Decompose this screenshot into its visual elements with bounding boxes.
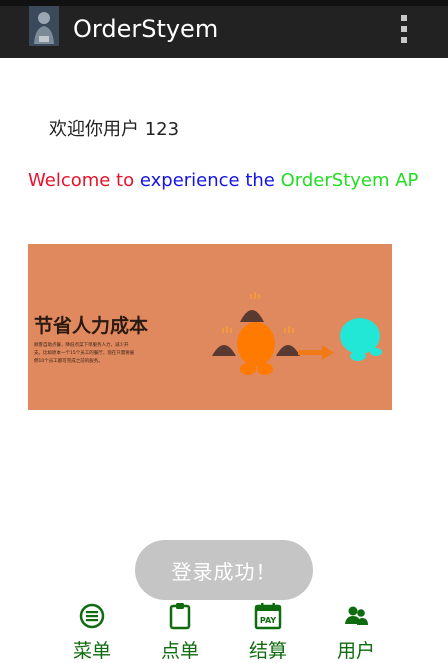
pay-label: PAY	[260, 616, 277, 625]
nav-label-menu: 菜单	[72, 640, 111, 662]
promo-banner: 节省人力成本 顾客自助点餐，降低点菜下单服务人力，减少开 支。比如原本一个15个…	[28, 244, 392, 410]
banner-headline: 节省人力成本	[34, 314, 148, 337]
nav-item-menu[interactable]: 菜单	[52, 600, 132, 662]
nav-item-order[interactable]: 点单	[140, 600, 220, 662]
nav-label-checkout: 结算	[248, 640, 287, 662]
marquee-part-1: Welcome to	[28, 170, 140, 191]
banner-body-2: 支。比如原本一个15个员工的餐厅，现在只需要雇	[34, 349, 135, 356]
app-logo-icon[interactable]	[29, 6, 59, 46]
clipboard-icon	[169, 603, 191, 630]
welcome-marquee: Welcome to experience the OrderStyem APP…	[28, 166, 420, 192]
login-success-toast: 登录成功！	[135, 540, 313, 600]
nav-label-order: 点单	[160, 640, 199, 662]
banner-body-1: 顾客自助点餐，降低点菜下单服务人力，减少开	[34, 341, 129, 348]
nav-item-checkout[interactable]: PAY 结算	[228, 600, 308, 662]
bottom-navigation: 菜单 点单 PAY 结算 用户	[0, 600, 448, 662]
marquee-part-3: OrderStyem APP.	[280, 170, 420, 191]
nav-item-user[interactable]: 用户	[316, 600, 396, 662]
pay-calendar-icon: PAY	[254, 603, 282, 630]
app-title: OrderStyem	[73, 15, 219, 43]
users-icon	[345, 606, 368, 625]
marquee-part-2: experience the	[139, 170, 281, 191]
banner-body-3: 佣10个员工都可完成之前的服务。	[34, 357, 103, 364]
menu-list-icon	[79, 603, 105, 629]
nav-label-user: 用户	[336, 640, 375, 662]
action-bar: OrderStyem	[0, 6, 448, 58]
welcome-user-text: 欢迎你用户 123	[49, 119, 180, 140]
overflow-menu-icon[interactable]	[396, 12, 412, 46]
